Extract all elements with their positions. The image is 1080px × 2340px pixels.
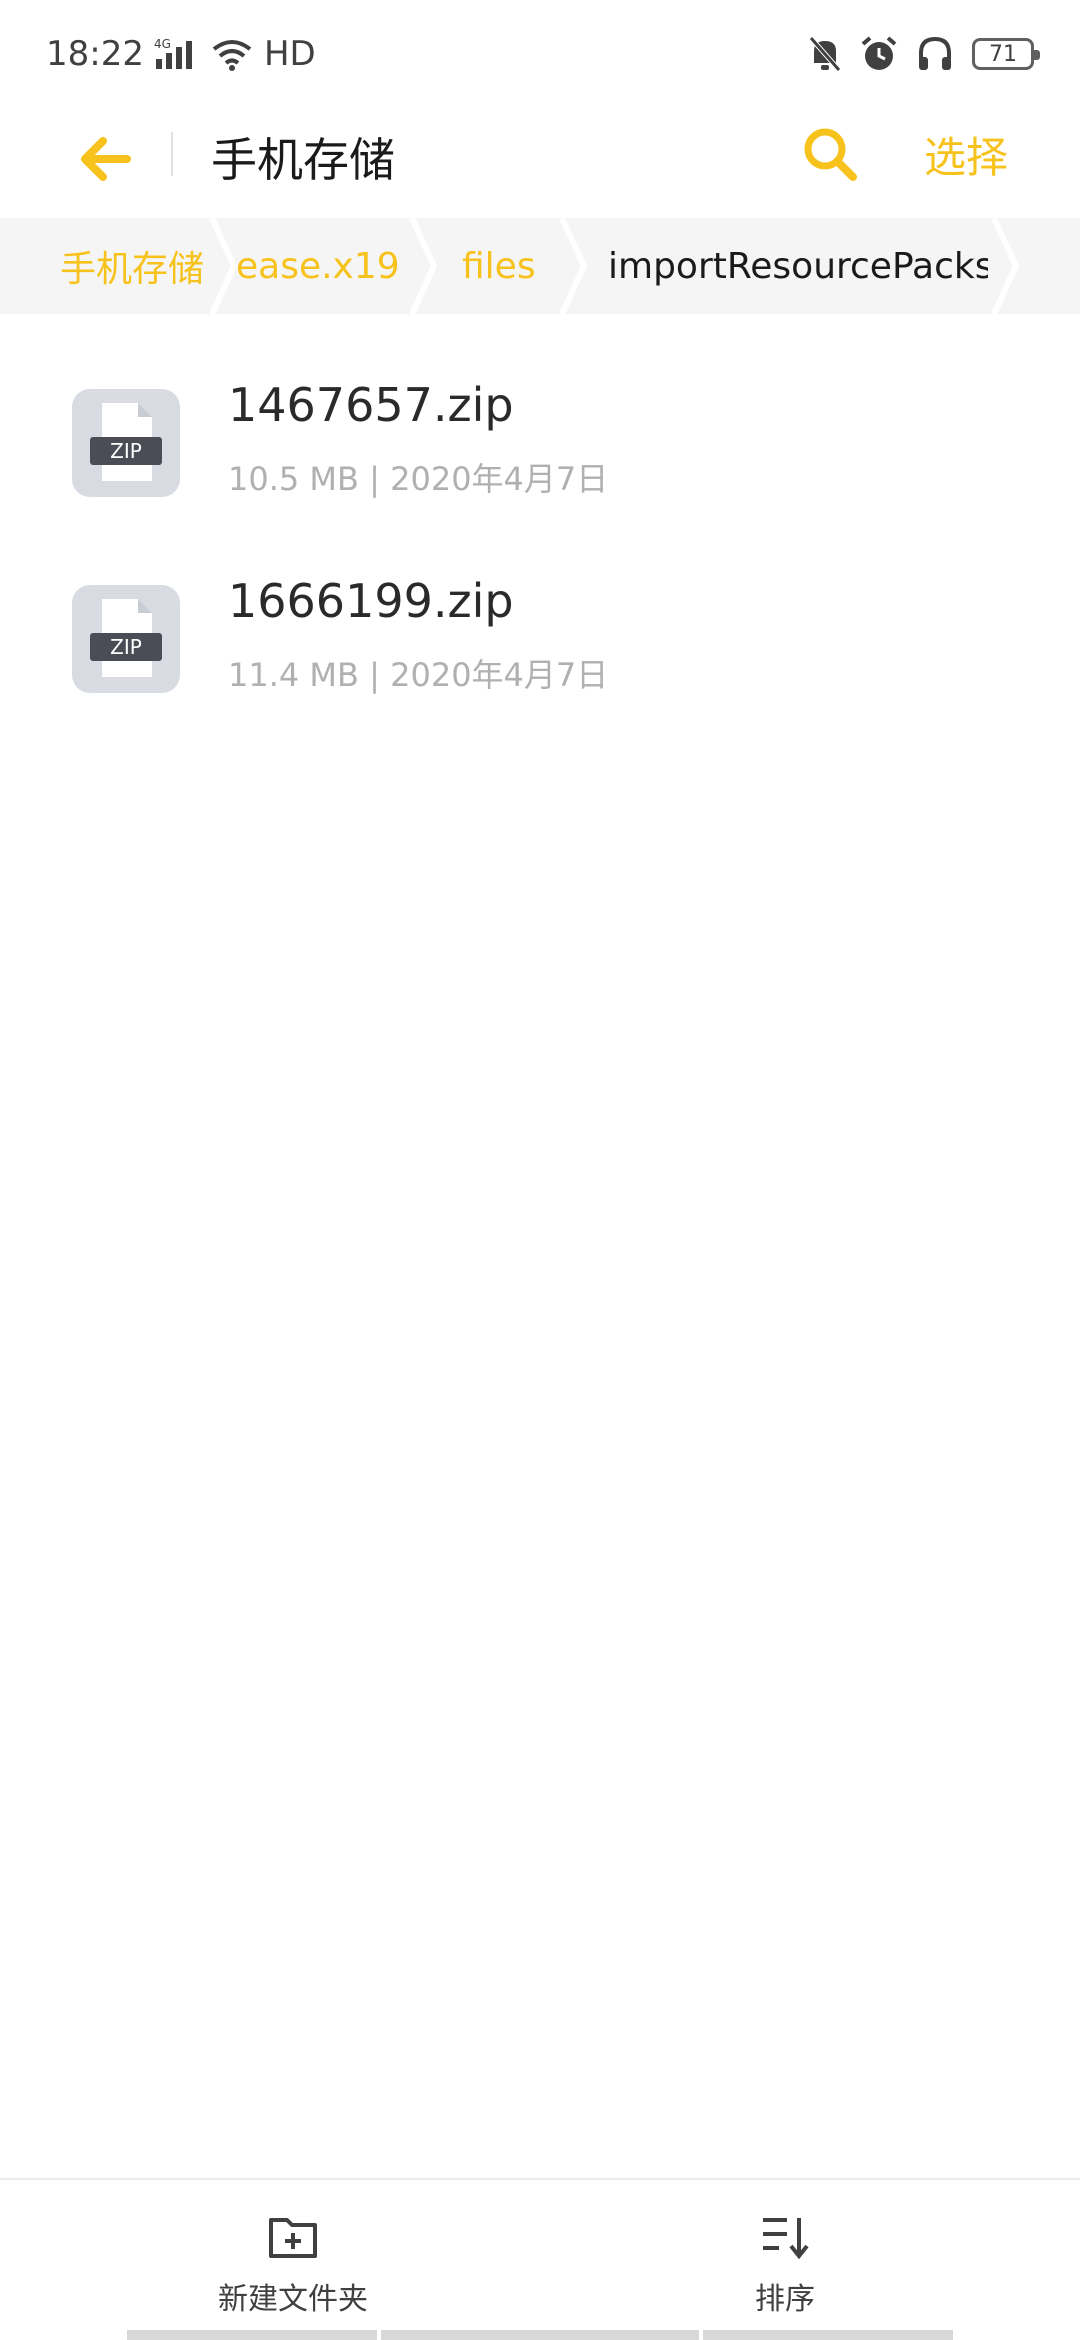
zip-file-icon: ZIP xyxy=(72,389,180,497)
signal-icon: 4G xyxy=(154,37,200,71)
arrow-left-icon xyxy=(81,137,131,181)
new-folder-label: 新建文件夹 xyxy=(218,2282,368,2317)
sort-icon xyxy=(758,2210,812,2264)
app-header: 手机存储 选择 xyxy=(0,108,1080,218)
battery-icon: 71 xyxy=(972,38,1040,70)
battery-level: 71 xyxy=(989,41,1017,67)
select-button[interactable]: 选择 xyxy=(924,124,1008,185)
nav-gesture-bar xyxy=(127,2330,377,2340)
bottom-toolbar: 新建文件夹 排序 xyxy=(0,2178,1080,2340)
file-meta: 11.4 MB | 2020年4月7日 xyxy=(228,656,609,694)
breadcrumb-chevron-icon xyxy=(409,218,438,314)
breadcrumb-item-files[interactable]: files xyxy=(462,218,562,314)
breadcrumb-item-current[interactable]: importResourcePacks xyxy=(608,218,988,314)
breadcrumb-chevron-icon xyxy=(991,218,1020,314)
status-time: 18:22 xyxy=(46,34,144,74)
file-name: 1467657.zip xyxy=(228,378,514,432)
network-label: 4G xyxy=(154,37,171,51)
new-folder-icon xyxy=(266,2210,320,2264)
headphones-icon xyxy=(916,35,954,73)
status-bar: 18:22 4G HD 71 xyxy=(0,0,1080,108)
list-item[interactable]: ZIP 1467657.zip 10.5 MB | 2020年4月7日 xyxy=(0,350,1080,520)
hd-indicator: HD xyxy=(263,34,316,74)
list-item[interactable]: ZIP 1666199.zip 11.4 MB | 2020年4月7日 xyxy=(0,546,1080,716)
file-meta: 10.5 MB | 2020年4月7日 xyxy=(228,460,609,498)
new-folder-button[interactable]: 新建文件夹 xyxy=(163,2210,423,2318)
search-icon xyxy=(804,128,857,181)
file-name: 1666199.zip xyxy=(228,574,514,628)
header-divider xyxy=(171,132,173,176)
back-button[interactable] xyxy=(74,128,136,190)
zip-badge-label: ZIP xyxy=(110,635,142,659)
zip-file-icon: ZIP xyxy=(72,585,180,693)
breadcrumb-chevron-icon xyxy=(209,218,238,314)
breadcrumb-chevron-icon xyxy=(559,218,588,314)
search-button[interactable] xyxy=(798,122,862,186)
breadcrumb: 手机存储 ease.x19 files importResourcePacks xyxy=(0,218,1080,314)
alarm-icon xyxy=(860,35,898,73)
breadcrumb-item-phone-storage[interactable]: 手机存储 xyxy=(60,218,210,314)
sort-label: 排序 xyxy=(755,2282,815,2317)
wifi-icon xyxy=(210,37,254,71)
nav-gesture-bar xyxy=(381,2330,699,2340)
breadcrumb-item-package[interactable]: ease.x19 xyxy=(236,218,406,314)
bell-off-icon xyxy=(808,35,842,73)
page-title: 手机存储 xyxy=(211,133,395,187)
zip-badge-label: ZIP xyxy=(110,439,142,463)
sort-button[interactable]: 排序 xyxy=(655,2210,915,2318)
nav-gesture-bar xyxy=(703,2330,953,2340)
